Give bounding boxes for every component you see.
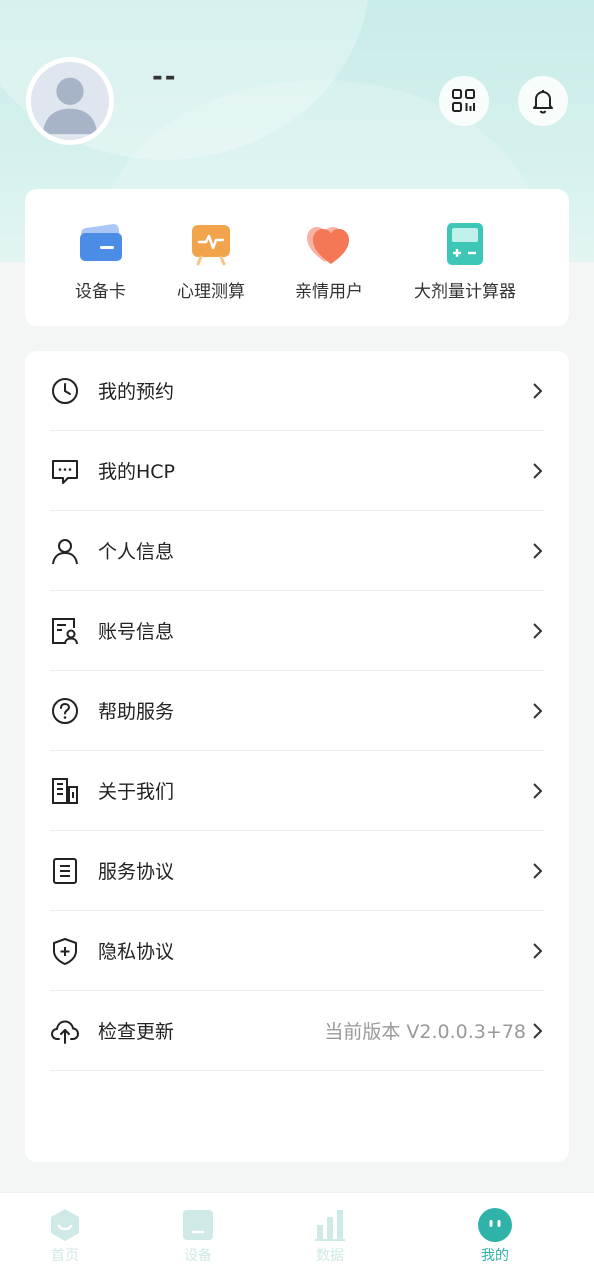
menu-item-help-service[interactable]: 帮助服务 [50,671,544,751]
family-user-icon [307,227,349,264]
psych-test-icon [192,225,230,266]
menu-item-service-agreement[interactable]: 服务协议 [50,831,544,911]
chevron-right-icon [533,862,543,879]
bell-icon [533,90,553,114]
device-card-icon [79,224,122,261]
document-icon [53,857,77,884]
quick-action-device-card[interactable]: 设备卡 [75,219,126,302]
menu-item-privacy-agreement[interactable]: 隐私协议 [50,911,544,991]
chart-icon [315,1210,345,1241]
device-icon [183,1210,213,1240]
cloud-upload-icon [51,1020,79,1044]
menu-item-label: 账号信息 [98,621,175,643]
menu-item-check-update[interactable]: 检查更新 当前版本 V2.0.0.3+78 [50,991,544,1071]
chat-icon [52,459,78,484]
tab-data[interactable]: 数据 [285,1207,375,1265]
clock-icon [52,377,78,404]
help-icon [52,697,78,724]
current-version-text: 当前版本 V2.0.0.3+78 [324,1021,526,1043]
menu-item-label: 个人信息 [98,541,175,563]
shield-icon [53,937,77,965]
quick-action-family-user[interactable]: 亲情用户 [295,219,363,302]
tab-label: 数据 [316,1248,344,1264]
chevron-right-icon [533,1022,543,1039]
quick-action-calculator[interactable]: 大剂量计算器 [414,219,516,302]
account-card-icon [52,617,78,644]
tab-label: 我的 [481,1248,509,1264]
person-icon [52,538,78,564]
menu-item-about-us[interactable]: 关于我们 [50,751,544,831]
menu-item-personal-info[interactable]: 个人信息 [50,511,544,591]
quick-action-label: 大剂量计算器 [414,282,516,302]
tab-home[interactable]: 首页 [20,1207,110,1265]
chevron-right-icon [533,382,543,399]
avatar[interactable] [26,57,114,145]
tab-label: 首页 [51,1248,79,1264]
menu-item-label: 我的预约 [98,381,175,403]
menu-item-label: 帮助服务 [98,701,175,723]
chevron-right-icon [533,942,543,959]
menu-item-my-hcp[interactable]: 我的HCP [50,431,544,511]
tab-device[interactable]: 设备 [153,1207,243,1265]
home-icon [51,1209,79,1241]
notification-button[interactable] [518,76,568,126]
menu-item-label: 隐私协议 [98,941,175,963]
tab-label: 设备 [184,1248,212,1264]
quick-action-label: 设备卡 [75,282,126,302]
chevron-right-icon [533,622,543,639]
quick-action-label: 心理测算 [177,282,245,302]
quick-action-label: 亲情用户 [295,282,363,302]
menu-item-label: 关于我们 [98,781,175,803]
menu-item-label: 服务协议 [98,861,175,883]
chevron-right-icon [533,542,543,559]
scan-button[interactable] [439,76,489,126]
chevron-right-icon [533,782,543,799]
menu-item-label: 检查更新 [98,1021,175,1043]
menu-item-label: 我的HCP [98,461,176,483]
building-icon [52,777,78,804]
bottom-tab-bar: 首页 设备 数据 我的 [0,1192,594,1280]
me-icon [478,1208,512,1242]
avatar-person-icon [31,62,109,140]
menu-item-my-appointments[interactable]: 我的预约 [50,351,544,431]
chevron-right-icon [533,462,543,479]
quick-actions-card: 设备卡 心理测算 亲情用户 大剂量计算器 [25,189,569,326]
tab-me[interactable]: 我的 [450,1207,540,1265]
quick-action-psych-test[interactable]: 心理测算 [177,219,245,302]
calculator-icon [447,223,483,265]
chevron-right-icon [533,702,543,719]
scan-icon [452,89,475,112]
username: -- [152,62,178,92]
menu-item-account-info[interactable]: 账号信息 [50,591,544,671]
menu-list: 我的预约 我的HCP 个人信息 账号信息 帮助服务 关于我们 服务协议 隐私协议… [25,351,569,1162]
